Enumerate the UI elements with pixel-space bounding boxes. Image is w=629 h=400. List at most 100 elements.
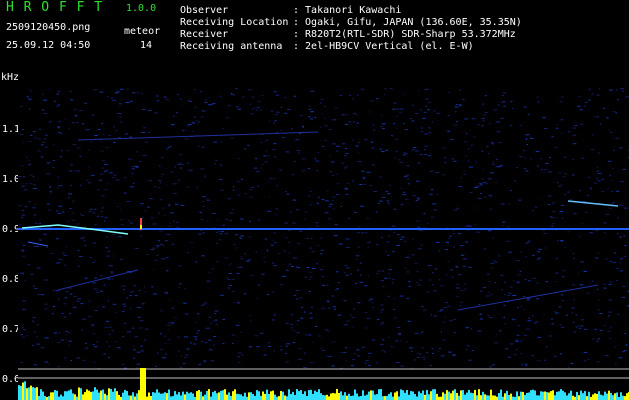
- histogram-bar: [142, 368, 144, 400]
- histogram-bar: [474, 389, 476, 400]
- info-value-location: : Ogaki, Gifu, JAPAN (136.60E, 35.35N): [293, 17, 522, 28]
- histogram-bar: [422, 390, 424, 400]
- histogram-bar: [80, 388, 82, 400]
- histogram-bar: [244, 392, 246, 400]
- histogram-bar: [48, 396, 50, 400]
- histogram-bar: [372, 390, 374, 400]
- info-label-antenna: Receiving antenna: [180, 41, 283, 52]
- histogram-bar: [526, 392, 528, 400]
- histogram-bar: [572, 395, 574, 400]
- histogram-bar: [576, 391, 578, 400]
- histogram-bar: [368, 391, 370, 400]
- histogram-bar: [264, 393, 266, 400]
- histogram-bar: [30, 385, 32, 400]
- histogram-bar: [24, 381, 26, 400]
- histogram-bar: [312, 393, 314, 400]
- histogram-bar: [420, 393, 422, 400]
- histogram-bar: [168, 389, 170, 400]
- histogram-bar: [218, 392, 220, 400]
- histogram-bar: [520, 391, 522, 400]
- histogram-bar: [604, 391, 606, 400]
- histogram-bar: [562, 390, 564, 400]
- filename: 2509120450.png: [6, 22, 91, 33]
- histogram-bar: [578, 395, 580, 400]
- histogram-bar: [450, 393, 452, 400]
- histogram-bar: [172, 396, 174, 400]
- timestamp: 25.09.12 04:50: [6, 40, 91, 51]
- histogram-bar: [390, 392, 392, 400]
- histogram-bar: [612, 395, 614, 400]
- histogram-bar: [66, 391, 68, 400]
- histogram-bar: [206, 391, 208, 400]
- histogram-bar: [162, 393, 164, 400]
- histogram-bar: [186, 391, 188, 400]
- histogram-bar: [60, 394, 62, 400]
- histogram-bar: [360, 396, 362, 400]
- histogram-bar: [324, 395, 326, 400]
- histogram-bar: [500, 389, 502, 400]
- histogram-bar: [566, 395, 568, 400]
- histogram-bar: [446, 390, 448, 400]
- histogram-bar: [86, 389, 88, 400]
- histogram-bar: [20, 385, 22, 400]
- histogram-bar: [620, 392, 622, 400]
- histogram-bar: [382, 396, 384, 400]
- info-label-observer: Observer: [180, 5, 229, 16]
- histogram-bar: [402, 390, 404, 400]
- histogram-bar: [598, 391, 600, 400]
- histogram-bar: [82, 394, 84, 400]
- histogram-bar: [588, 391, 590, 400]
- histogram-bar: [68, 390, 70, 400]
- histogram-bar: [624, 396, 626, 400]
- histogram-bar: [608, 390, 610, 400]
- histogram-bar: [594, 393, 596, 400]
- histogram-bar: [592, 394, 594, 400]
- histogram-bar: [54, 390, 56, 400]
- histogram-bar: [76, 396, 78, 400]
- histogram-bar: [124, 389, 126, 400]
- histogram-bar: [472, 393, 474, 400]
- histogram-bar: [554, 395, 556, 400]
- histogram-bar: [72, 393, 74, 400]
- histogram-bar: [570, 390, 572, 400]
- histogram-bar: [304, 391, 306, 400]
- histogram-bar: [340, 391, 342, 400]
- histogram-bar: [108, 388, 110, 400]
- histogram-bar: [430, 391, 432, 400]
- histogram-bar: [262, 391, 264, 400]
- histogram-bar: [270, 391, 272, 400]
- histogram-bar: [150, 396, 152, 400]
- histogram-bar: [536, 395, 538, 400]
- histogram-bar: [344, 392, 346, 400]
- histogram-bar: [288, 389, 290, 400]
- histogram-bar: [50, 392, 52, 400]
- info-value-antenna: : 2el-HB9CV Vertical (el. E-W): [293, 41, 474, 52]
- histogram-bar: [42, 391, 44, 400]
- histogram-bar: [322, 395, 324, 400]
- histogram-bar: [34, 387, 36, 400]
- histogram-bar: [386, 395, 388, 400]
- meteor-count: 14: [140, 40, 153, 51]
- histogram-bar: [116, 391, 118, 400]
- histogram-bar: [414, 394, 416, 400]
- histogram-bar: [160, 393, 162, 400]
- histogram-bar: [602, 395, 604, 400]
- info-label-receiver: Receiver: [180, 29, 229, 40]
- info-value-observer: : Takanori Kawachi: [293, 5, 402, 16]
- histogram-bar: [36, 387, 38, 400]
- histogram-bar: [96, 389, 98, 400]
- histogram-bar: [362, 390, 364, 400]
- histogram-bar: [392, 396, 394, 400]
- histogram-bar: [622, 395, 624, 400]
- histogram-bar: [478, 389, 480, 400]
- histogram-bar: [26, 388, 28, 400]
- histogram-bar: [366, 394, 368, 400]
- histogram-bar: [44, 395, 46, 400]
- histogram-bar: [470, 392, 472, 400]
- meteor-label: meteor: [124, 26, 161, 37]
- histogram-bar: [558, 391, 560, 400]
- histogram-bar: [546, 392, 548, 400]
- histogram-bar: [476, 395, 478, 400]
- histogram-bar: [398, 396, 400, 400]
- histogram-bar: [308, 390, 310, 400]
